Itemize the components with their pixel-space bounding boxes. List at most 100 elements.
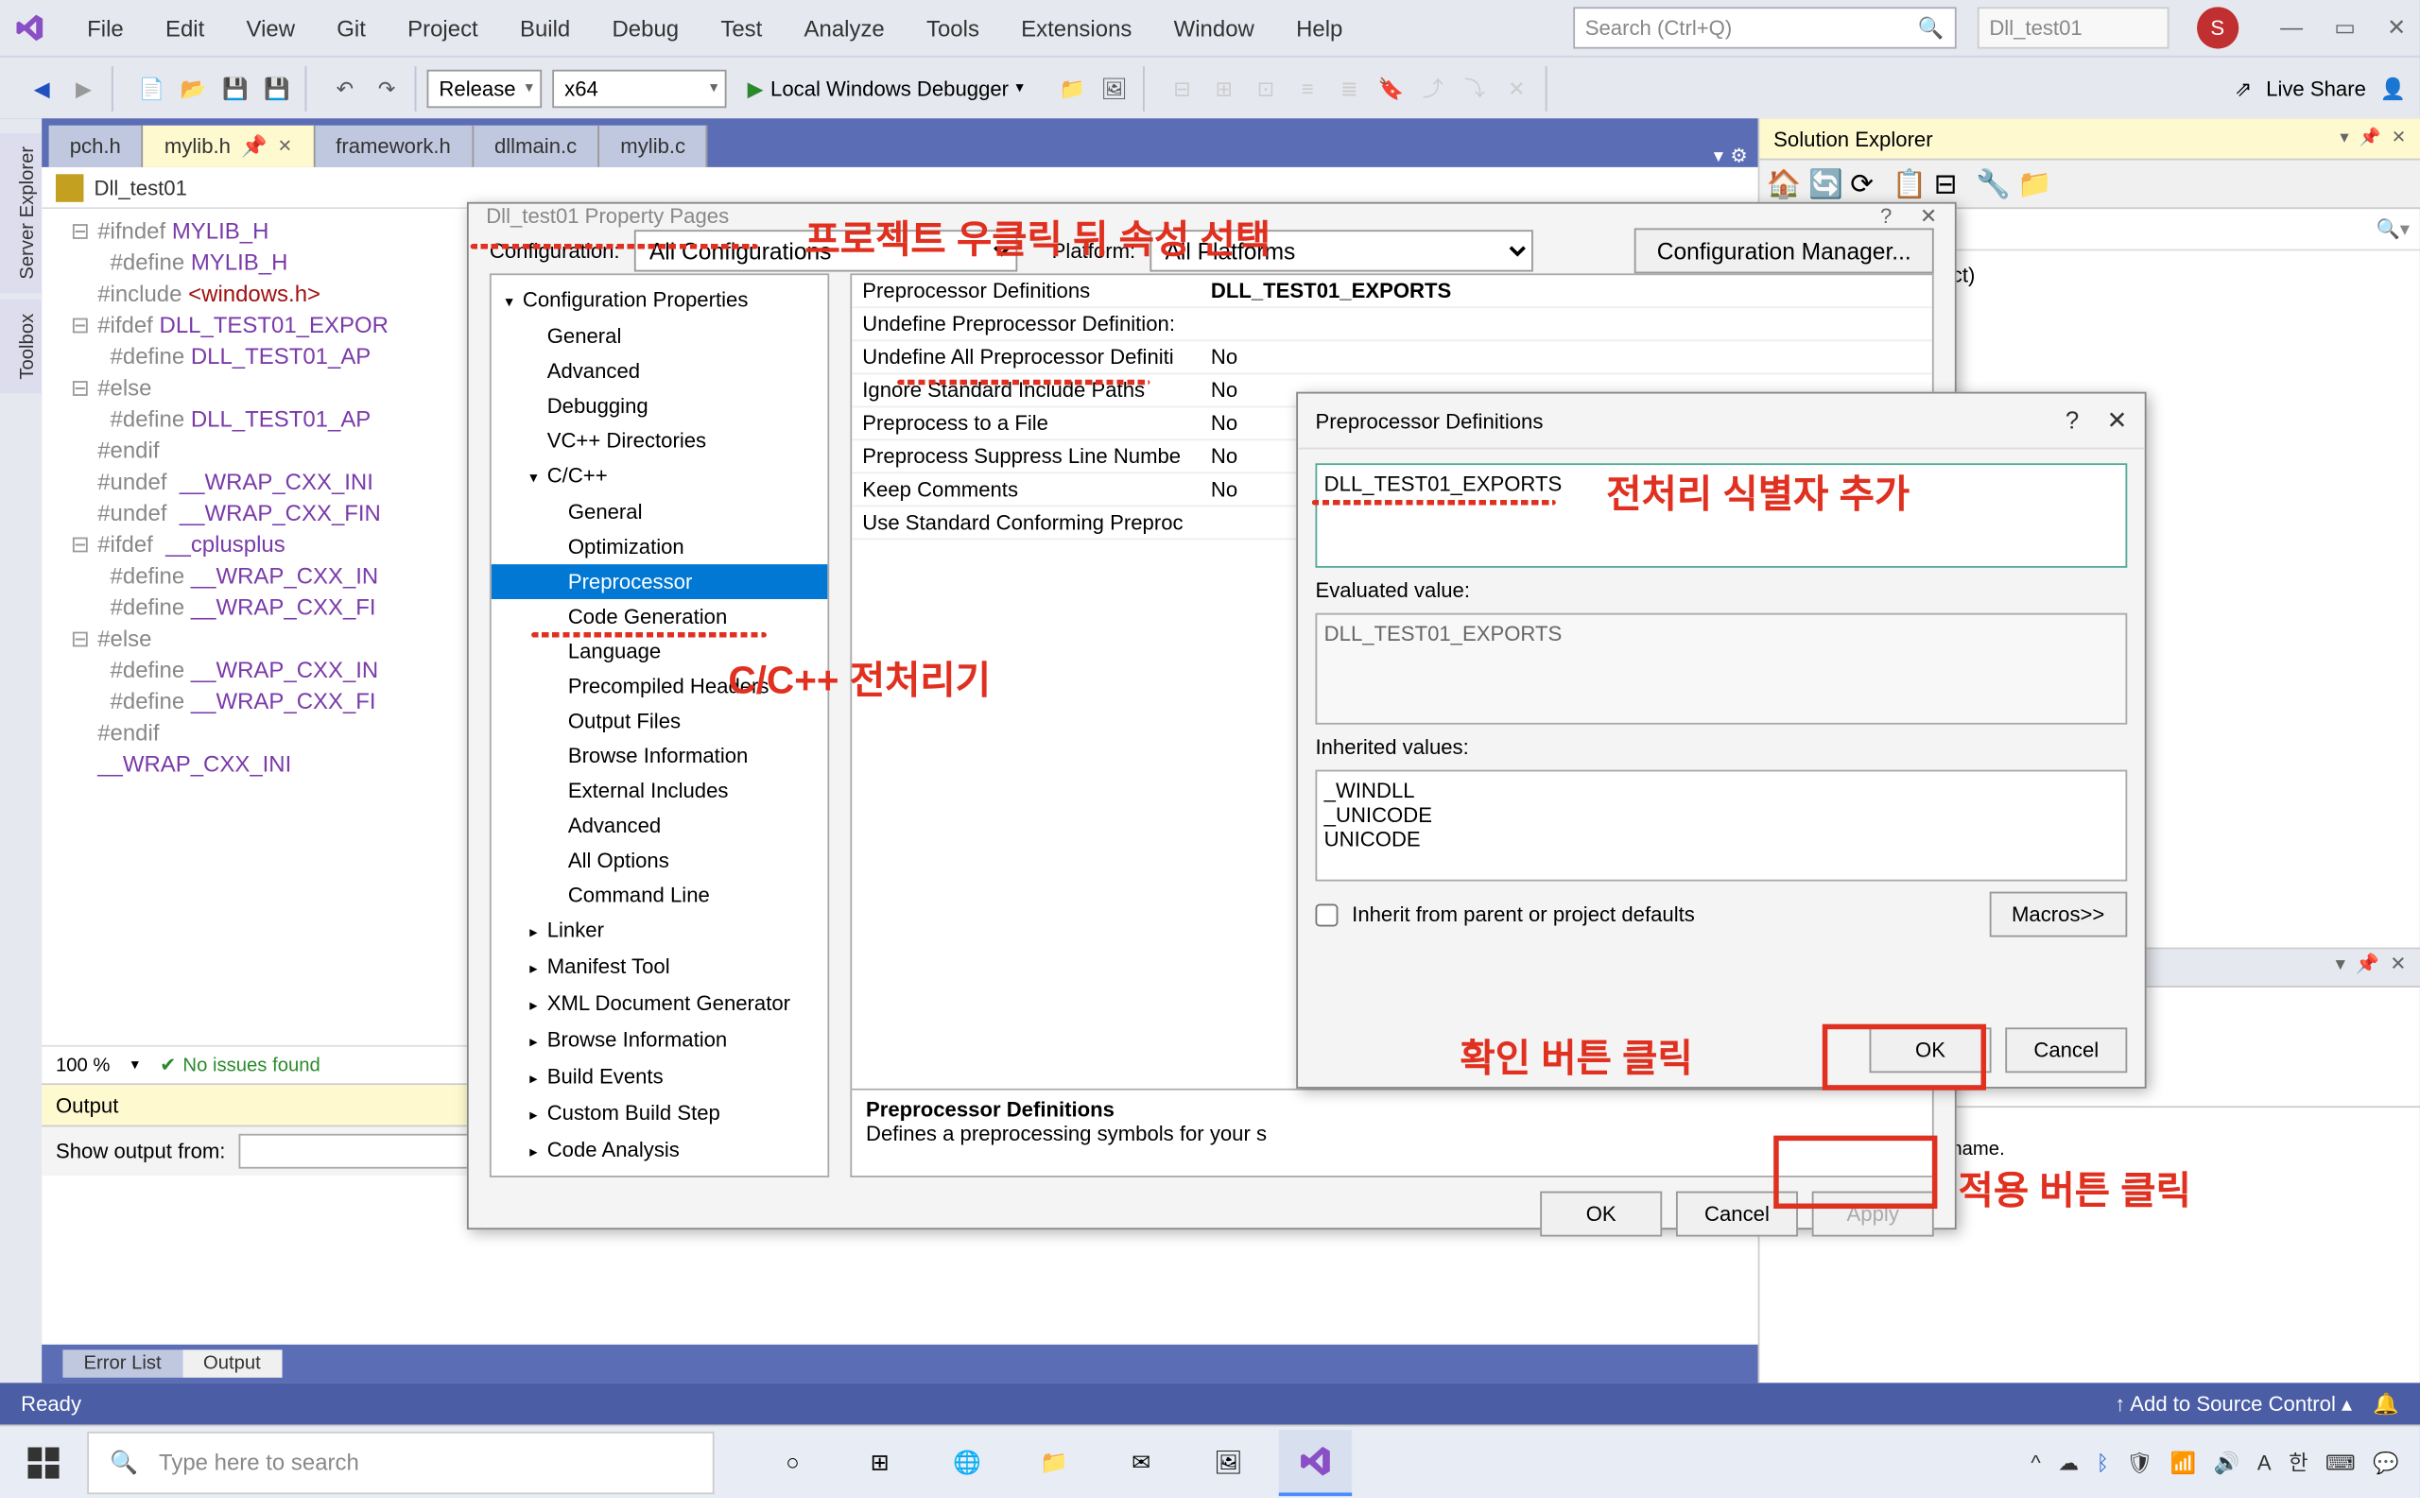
notifications-icon[interactable]: 🔔 <box>2373 1392 2399 1417</box>
tree-item[interactable]: General <box>492 318 828 353</box>
forward-button[interactable]: ▶ <box>66 71 101 106</box>
tray-lang-icon[interactable]: 한 <box>2289 1448 2308 1477</box>
user-avatar[interactable]: S <box>2197 7 2238 48</box>
tree-item[interactable]: Advanced <box>492 353 828 388</box>
property-grid-row[interactable]: Preprocessor DefinitionsDLL_TEST01_EXPOR… <box>852 275 1932 308</box>
tb-icon-4[interactable]: ⊞ <box>1206 71 1241 106</box>
pp-cancel-button[interactable]: Cancel <box>1676 1192 1798 1237</box>
error-list-tab[interactable]: Error List <box>62 1349 182 1377</box>
tab-pch[interactable]: pch.h <box>49 126 144 167</box>
issues-status[interactable]: ✔No issues found <box>160 1054 320 1076</box>
tb-icon-8[interactable]: ⤴ <box>1415 71 1450 106</box>
se-home-icon[interactable]: 🏠 <box>1767 166 1802 201</box>
open-icon[interactable]: 📂 <box>176 71 211 106</box>
property-grid-row[interactable]: Undefine All Preprocessor DefinitiNo <box>852 341 1932 374</box>
se-props-icon[interactable]: 🔧 <box>1976 166 2011 201</box>
tree-item[interactable]: ▸Manifest Tool <box>492 949 828 986</box>
menu-file[interactable]: File <box>70 8 141 47</box>
se-sync-icon[interactable]: 🔄 <box>1808 166 1843 201</box>
menu-help[interactable]: Help <box>1279 8 1360 47</box>
tray-network-icon[interactable]: 📶 <box>2170 1450 2197 1474</box>
ppd-ok-button[interactable]: OK <box>1870 1027 1992 1073</box>
back-button[interactable]: ◀ <box>25 71 60 106</box>
se-refresh-icon[interactable]: ⟳ <box>1850 166 1885 201</box>
menu-build[interactable]: Build <box>503 8 588 47</box>
save-all-icon[interactable]: 💾 <box>260 71 295 106</box>
tray-ime-icon[interactable]: A <box>2257 1450 2272 1474</box>
ppd-cancel-button[interactable]: Cancel <box>2005 1027 2127 1073</box>
tree-item[interactable]: ▸Linker <box>492 913 828 950</box>
ppd-inherit-checkbox[interactable] <box>1315 903 1338 926</box>
tree-item[interactable]: ▾C/C++ <box>492 458 828 495</box>
tray-volume-icon[interactable]: 🔊 <box>2214 1450 2240 1474</box>
tb-icon-9[interactable]: ⤵ <box>1458 71 1493 106</box>
props-close-icon[interactable]: ✕ <box>2390 953 2406 982</box>
dialog-close-icon[interactable]: ✕ <box>1920 204 1938 229</box>
debug-target[interactable]: Local Windows Debugger <box>770 76 1009 100</box>
new-item-icon[interactable]: 📄 <box>134 71 169 106</box>
taskbar-search[interactable]: 🔍 Type here to search <box>87 1431 714 1493</box>
output-tab[interactable]: Output <box>182 1349 282 1377</box>
se-collapse-icon[interactable]: ⊟ <box>1934 166 1969 201</box>
tree-item[interactable]: ▸XML Document Generator <box>492 986 828 1022</box>
task-cortana-icon[interactable]: ○ <box>756 1429 829 1495</box>
tb-icon-5[interactable]: ⊡ <box>1249 71 1284 106</box>
redo-icon[interactable]: ↷ <box>370 71 405 106</box>
se-show-all-icon[interactable]: 📁 <box>2017 166 2052 201</box>
tree-item[interactable]: Browse Information <box>492 738 828 773</box>
menu-view[interactable]: View <box>229 8 312 47</box>
dialog-help-icon[interactable]: ? <box>1880 204 1892 229</box>
task-edge-icon[interactable]: 🌐 <box>930 1429 1003 1495</box>
tray-chevron-icon[interactable]: ^ <box>2031 1450 2040 1474</box>
menu-project[interactable]: Project <box>390 8 495 47</box>
platform-dropdown[interactable]: x64 <box>552 69 726 108</box>
pin-icon[interactable]: 📌 <box>241 134 268 159</box>
tab-mylib-h[interactable]: mylib.h📌✕ <box>144 126 315 167</box>
task-taskview-icon[interactable]: ⊞ <box>843 1429 916 1495</box>
tree-item[interactable]: VC++ Directories <box>492 423 828 458</box>
ppd-help-icon[interactable]: ? <box>2066 405 2079 435</box>
platform-select[interactable]: All Platforms <box>1150 230 1532 271</box>
tree-item[interactable]: Optimization <box>492 529 828 564</box>
tree-item[interactable]: All Options <box>492 843 828 878</box>
menu-window[interactable]: Window <box>1156 8 1271 47</box>
ppd-close-icon[interactable]: ✕ <box>2107 405 2128 435</box>
menu-git[interactable]: Git <box>320 8 383 47</box>
tb-icon-6[interactable]: ≡ <box>1290 71 1325 106</box>
toolbox-tab[interactable]: Toolbox <box>0 301 42 394</box>
pp-ok-button[interactable]: OK <box>1540 1192 1662 1237</box>
tree-item[interactable]: Debugging <box>492 388 828 423</box>
source-control-button[interactable]: ↑ Add to Source Control ▴ <box>2115 1392 2352 1417</box>
ppd-input[interactable]: DLL_TEST01_EXPORTS <box>1315 463 2127 568</box>
tree-item[interactable]: Command Line <box>492 878 828 913</box>
tree-item[interactable]: Code Generation <box>492 599 828 634</box>
tab-dllmain[interactable]: dllmain.c <box>474 126 599 167</box>
tree-item[interactable]: Advanced <box>492 808 828 843</box>
config-dropdown[interactable]: Release <box>427 69 543 108</box>
server-explorer-tab[interactable]: Server Explorer <box>0 132 42 293</box>
tray-onedrive-icon[interactable]: ☁ <box>2058 1450 2079 1474</box>
tray-bluetooth-icon[interactable]: ᛒ <box>2097 1450 2109 1474</box>
live-share-icon[interactable]: ⇗ <box>2235 76 2253 100</box>
menu-test[interactable]: Test <box>703 8 780 47</box>
tab-overflow-icon[interactable]: ▾ <box>1714 145 1723 167</box>
menu-tools[interactable]: Tools <box>909 8 997 47</box>
start-button[interactable] <box>7 1429 79 1495</box>
maximize-icon[interactable]: ▭ <box>2334 14 2356 42</box>
tree-item[interactable]: External Includes <box>492 773 828 808</box>
task-explorer-icon[interactable]: 📁 <box>1017 1429 1090 1495</box>
tree-item[interactable]: Precompiled Headers <box>492 669 828 704</box>
panel-dropdown-icon[interactable]: ▾ <box>2340 129 2348 147</box>
task-photos-icon[interactable]: 🖼 <box>1192 1429 1265 1495</box>
tree-item[interactable]: Preprocessor <box>492 564 828 599</box>
tree-item[interactable]: ▸Code Analysis <box>492 1132 828 1169</box>
tree-item[interactable]: ▸Browse Information <box>492 1022 828 1059</box>
global-search[interactable]: Search (Ctrl+Q) 🔍 <box>1573 7 1956 48</box>
minimize-icon[interactable]: — <box>2280 14 2303 42</box>
bookmark-icon[interactable]: 🔖 <box>1374 71 1409 106</box>
property-tree[interactable]: ▾Configuration PropertiesGeneralAdvanced… <box>490 273 829 1177</box>
tb-icon-2[interactable]: 🖼 <box>1097 71 1132 106</box>
zoom-level[interactable]: 100 % <box>56 1055 111 1075</box>
task-mail-icon[interactable]: ✉ <box>1104 1429 1177 1495</box>
config-manager-button[interactable]: Configuration Manager... <box>1634 228 1934 273</box>
